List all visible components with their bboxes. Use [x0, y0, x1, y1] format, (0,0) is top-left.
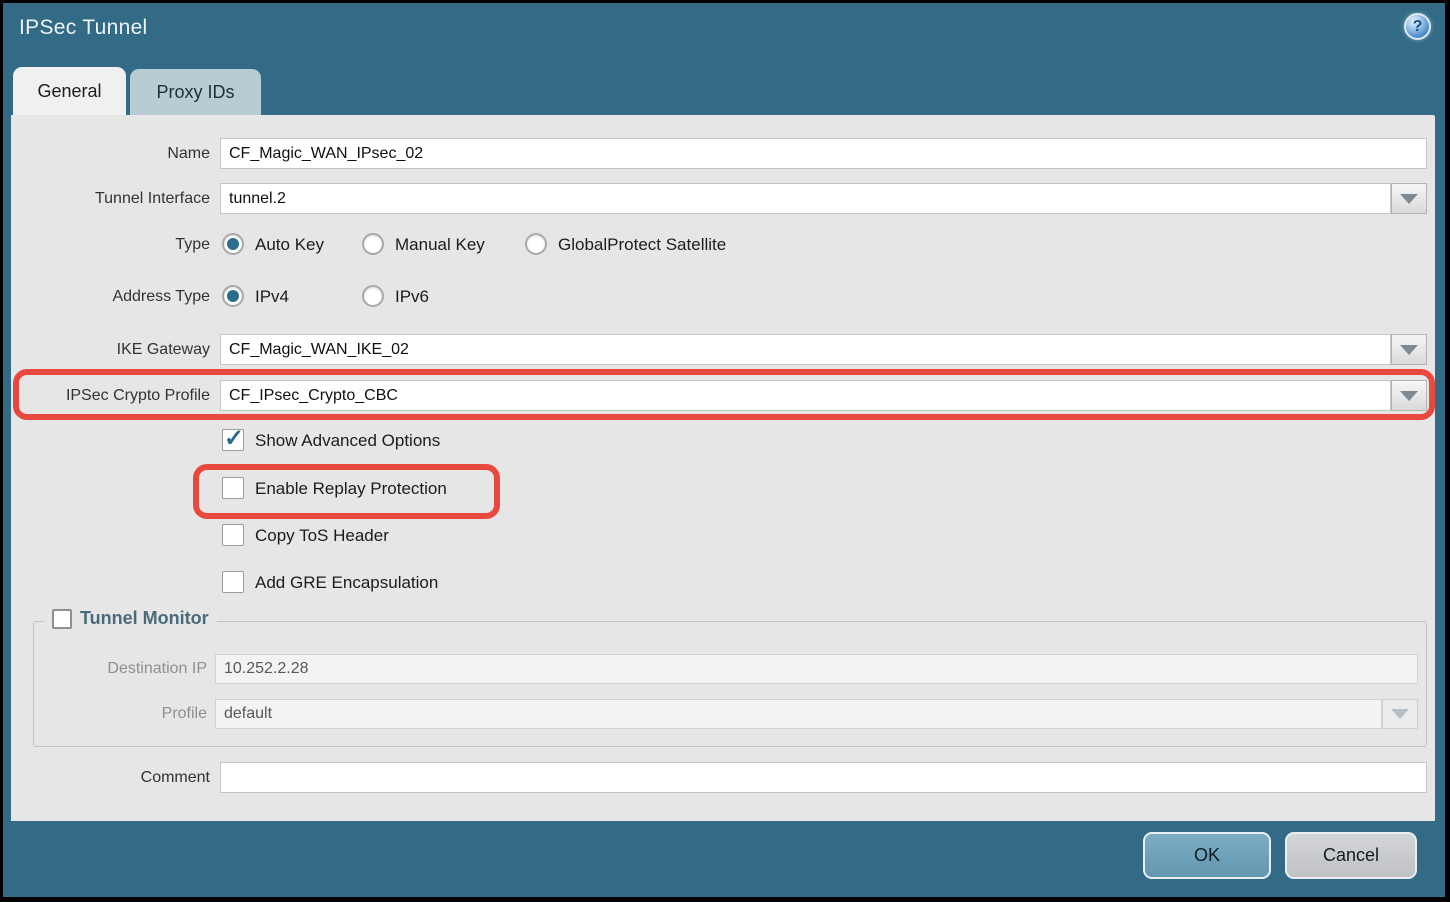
help-icon[interactable]: ?	[1404, 13, 1431, 40]
name-label: Name	[11, 138, 210, 169]
tunnel-interface-label: Tunnel Interface	[11, 183, 210, 214]
ipsec-tunnel-dialog: IPSec Tunnel ? General Proxy IDs Name Tu…	[3, 3, 1445, 897]
enable-replay-protection-label: Enable Replay Protection	[255, 477, 447, 501]
destination-ip-input	[215, 654, 1418, 684]
type-globalprotect-satellite-label: GlobalProtect Satellite	[558, 233, 726, 257]
type-manual-key-label: Manual Key	[395, 233, 485, 257]
tunnel-monitor-label: Tunnel Monitor	[80, 608, 209, 629]
profile-input	[215, 699, 1382, 729]
chevron-down-icon	[1400, 391, 1418, 401]
address-type-ipv6-label: IPv6	[395, 285, 429, 309]
profile-dropdown-button	[1382, 699, 1418, 729]
ike-gateway-label: IKE Gateway	[11, 334, 210, 365]
cancel-button[interactable]: Cancel	[1285, 832, 1417, 879]
show-advanced-options-label: Show Advanced Options	[255, 429, 440, 453]
ok-button-label: OK	[1194, 845, 1220, 866]
address-type-radio-ipv4[interactable]	[222, 285, 244, 307]
copy-tos-header-label: Copy ToS Header	[255, 524, 389, 548]
comment-label: Comment	[11, 762, 210, 793]
checkmark-icon: ✓	[224, 424, 244, 453]
comment-input[interactable]	[220, 762, 1427, 793]
ike-gateway-dropdown-button[interactable]	[1391, 334, 1427, 365]
ipsec-crypto-profile-dropdown-button[interactable]	[1391, 380, 1427, 411]
tunnel-monitor-checkbox[interactable]	[52, 609, 72, 629]
ike-gateway-input[interactable]	[220, 334, 1391, 365]
tab-proxy-ids[interactable]: Proxy IDs	[130, 69, 261, 115]
type-label: Type	[11, 232, 210, 258]
ipsec-crypto-profile-input[interactable]	[220, 380, 1391, 411]
ok-button[interactable]: OK	[1143, 832, 1271, 879]
dialog-title: IPSec Tunnel	[19, 16, 148, 40]
type-radio-globalprotect-satellite[interactable]	[525, 233, 547, 255]
chevron-down-icon	[1391, 709, 1409, 719]
enable-replay-protection-checkbox[interactable]	[222, 477, 244, 499]
profile-label: Profile	[34, 699, 207, 729]
chevron-down-icon	[1400, 194, 1418, 204]
add-gre-encapsulation-label: Add GRE Encapsulation	[255, 571, 438, 595]
show-advanced-options-checkbox[interactable]: ✓	[222, 429, 244, 451]
tab-proxy-ids-label: Proxy IDs	[156, 82, 234, 103]
ipsec-crypto-profile-label: IPSec Crypto Profile	[11, 380, 210, 411]
add-gre-encapsulation-checkbox[interactable]	[222, 571, 244, 593]
chevron-down-icon	[1400, 345, 1418, 355]
address-type-radio-ipv6[interactable]	[362, 285, 384, 307]
radio-dot-icon	[227, 238, 239, 250]
type-radio-auto-key[interactable]	[222, 233, 244, 255]
cancel-button-label: Cancel	[1323, 845, 1379, 866]
type-auto-key-label: Auto Key	[255, 233, 324, 257]
name-input[interactable]	[220, 138, 1427, 169]
address-type-label: Address Type	[11, 284, 210, 310]
tunnel-monitor-group: Tunnel Monitor Destination IP Profile	[33, 621, 1427, 747]
copy-tos-header-checkbox[interactable]	[222, 524, 244, 546]
tab-general-label: General	[37, 81, 101, 102]
address-type-ipv4-label: IPv4	[255, 285, 289, 309]
tunnel-interface-dropdown-button[interactable]	[1391, 183, 1427, 214]
radio-dot-icon	[227, 290, 239, 302]
type-radio-manual-key[interactable]	[362, 233, 384, 255]
tunnel-monitor-legend: Tunnel Monitor	[44, 608, 217, 629]
destination-ip-label: Destination IP	[34, 654, 207, 684]
general-tab-panel: Name Tunnel Interface Type Auto Key Manu…	[11, 115, 1435, 821]
tunnel-interface-input[interactable]	[220, 183, 1391, 214]
tab-general[interactable]: General	[13, 67, 126, 115]
